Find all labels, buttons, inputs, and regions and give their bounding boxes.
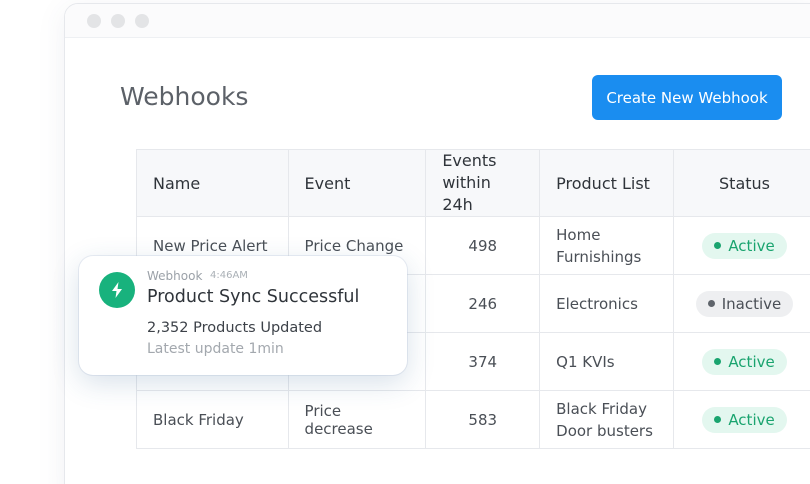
window-titlebar bbox=[65, 4, 810, 38]
create-webhook-button[interactable]: Create New Webhook bbox=[592, 75, 782, 120]
cell-product-list: Electronics bbox=[539, 274, 675, 333]
status-dot-icon bbox=[714, 416, 722, 423]
cell-product-list-line1: Home bbox=[556, 225, 601, 244]
cell-product-list-line1: Black Friday bbox=[556, 399, 647, 418]
cell-product-list: Home Furnishings bbox=[539, 216, 675, 275]
header-events-24h-line2: within 24h bbox=[442, 173, 491, 214]
cell-product-list: Q1 KVIs bbox=[539, 332, 675, 391]
toast-timestamp: 4:46AM bbox=[210, 270, 248, 281]
window-maximize-dot[interactable] bbox=[135, 14, 149, 28]
header-name[interactable]: Name bbox=[136, 149, 289, 217]
status-badge: Active bbox=[702, 232, 787, 259]
cell-event: Price decrease bbox=[287, 390, 427, 449]
header-events-24h[interactable]: Events within 24h bbox=[425, 149, 541, 217]
cell-count: 583 bbox=[425, 390, 541, 449]
toast-source: Webhook bbox=[147, 269, 203, 283]
cell-product-list-line2: Furnishings bbox=[556, 247, 642, 266]
cell-product-list-line2: Door busters bbox=[556, 421, 653, 440]
cell-name: Black Friday bbox=[136, 390, 289, 449]
status-badge: Active bbox=[702, 348, 787, 375]
status-dot-icon bbox=[714, 242, 722, 249]
status-badge: Active bbox=[702, 406, 787, 433]
window-minimize-dot[interactable] bbox=[111, 14, 125, 28]
page-title: Webhooks bbox=[120, 82, 249, 111]
cell-count: 374 bbox=[425, 332, 541, 391]
status-badge-label: Inactive bbox=[721, 294, 782, 313]
lightning-bolt-icon bbox=[99, 272, 135, 308]
left-edge-fade bbox=[0, 0, 64, 484]
status-badge-label: Active bbox=[728, 352, 775, 371]
cell-product-list-line1: Electronics bbox=[556, 294, 638, 313]
header-product-list[interactable]: Product List bbox=[539, 149, 675, 217]
cell-status: Active bbox=[673, 332, 810, 391]
status-badge-label: Active bbox=[728, 410, 775, 429]
status-dot-icon bbox=[714, 358, 722, 365]
cell-count: 246 bbox=[425, 274, 541, 333]
cell-product-list-line1: Q1 KVIs bbox=[556, 352, 615, 371]
table-header-row: Name Event Events within 24h Product Lis… bbox=[136, 149, 810, 217]
cell-status: Active bbox=[673, 216, 810, 275]
toast-title: Product Sync Successful bbox=[147, 287, 360, 307]
header-events-24h-line1: Events bbox=[442, 151, 497, 170]
sync-notification-toast[interactable]: Webhook 4:46AM Product Sync Successful 2… bbox=[79, 256, 407, 375]
window-close-dot[interactable] bbox=[87, 14, 101, 28]
status-badge-label: Active bbox=[728, 236, 775, 255]
cell-count: 498 bbox=[425, 216, 541, 275]
cell-status: Inactive bbox=[673, 274, 810, 333]
status-dot-icon bbox=[707, 300, 715, 307]
cell-status: Active bbox=[673, 390, 810, 449]
status-badge: Inactive bbox=[695, 290, 794, 317]
header-status[interactable]: Status bbox=[673, 149, 810, 217]
toast-latest-update: Latest update 1min bbox=[147, 341, 284, 357]
table-row[interactable]: Black Friday Price decrease 583 Black Fr… bbox=[136, 390, 810, 449]
cell-product-list: Black Friday Door busters bbox=[539, 390, 675, 449]
app-window: Webhooks Create New Webhook Name Event E… bbox=[64, 3, 810, 484]
toast-products-updated: 2,352 Products Updated bbox=[147, 320, 323, 336]
header-event[interactable]: Event bbox=[287, 149, 427, 217]
